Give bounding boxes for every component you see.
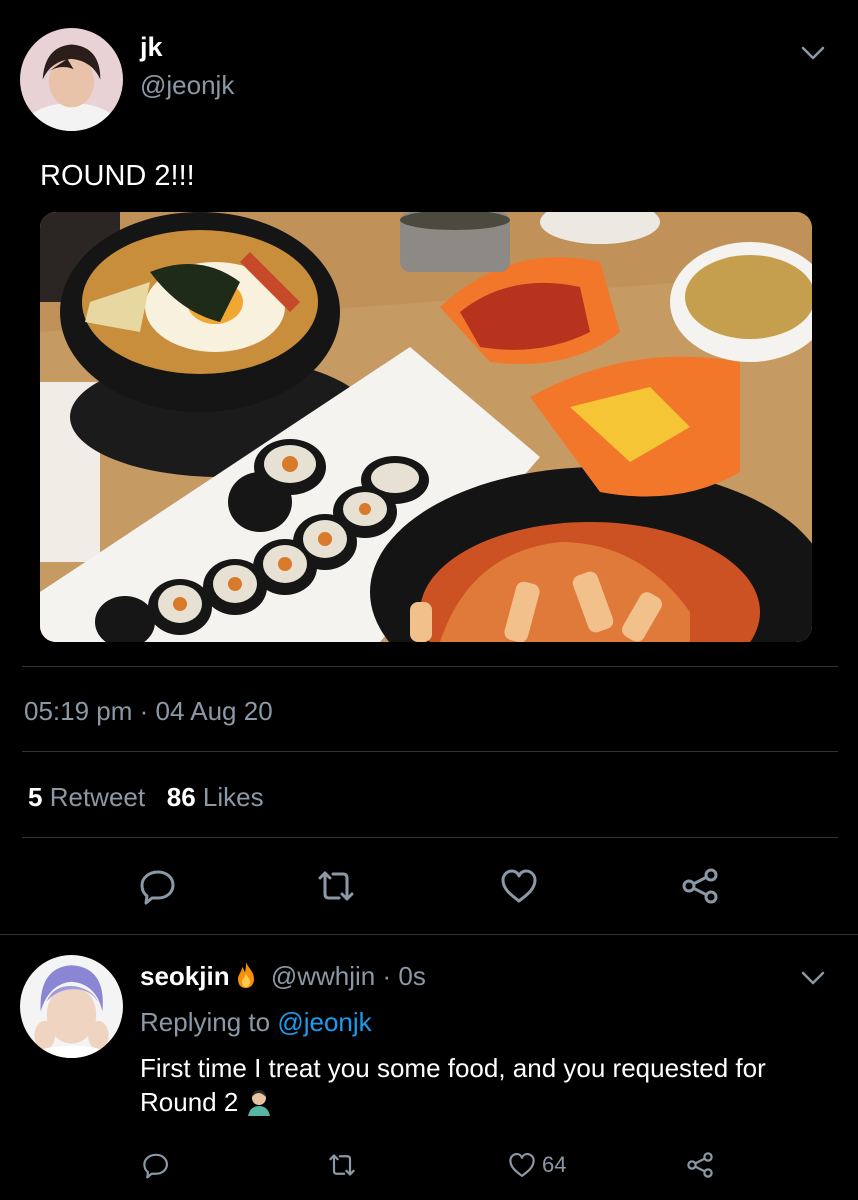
retweets-link[interactable]: 5 Retweet [28, 782, 145, 812]
reply-author-handle[interactable]: @wwhjin [271, 961, 375, 991]
retweet-count: 5 [28, 782, 43, 812]
thread-divider [0, 934, 858, 935]
reply-author-avatar[interactable] [20, 955, 123, 1058]
reply-retweet-button[interactable] [326, 1148, 358, 1182]
share-icon[interactable] [678, 864, 722, 908]
author-handle[interactable]: @jeonjk [140, 70, 234, 101]
divider [22, 751, 838, 752]
tweet-header: jk @jeonjk [20, 28, 838, 131]
tweet-time: 05:19 pm [24, 696, 133, 726]
replying-to: Replying to @jeonjk [140, 1007, 372, 1038]
like-count: 86 [166, 782, 196, 812]
share-icon [687, 1152, 713, 1178]
timestamp-separator: · [139, 696, 149, 726]
like-icon [509, 1153, 535, 1177]
retweet-label: Retweet [49, 782, 146, 812]
reply-author-name[interactable]: seokjin [140, 961, 230, 991]
author-name[interactable]: jk [140, 32, 163, 63]
retweet-icon[interactable] [314, 864, 358, 908]
facepalm-emoji-icon [244, 1087, 274, 1117]
tweet-date: 04 Aug 20 [155, 696, 273, 726]
tweet-text: ROUND 2!!! [40, 160, 195, 192]
reply-share-button[interactable] [684, 1148, 716, 1182]
like-icon[interactable] [497, 864, 541, 908]
reply-age: 0s [398, 961, 426, 991]
chevron-down-icon[interactable] [798, 963, 828, 993]
author-avatar[interactable] [20, 28, 123, 131]
likes-link[interactable]: 86 Likes [167, 782, 264, 812]
fire-icon [234, 961, 258, 989]
reply-reply-button[interactable] [140, 1148, 172, 1182]
reply-like-count: 64 [542, 1152, 567, 1177]
reply-icon[interactable] [136, 864, 180, 908]
replying-prefix: Replying to [140, 1007, 271, 1037]
replying-mention[interactable]: @jeonjk [277, 1007, 371, 1037]
tweet-photo[interactable] [40, 212, 812, 642]
reply-text: First time I treat you some food, and yo… [140, 1051, 830, 1119]
tweet-stats: 5 Retweet 86 Likes [28, 782, 264, 813]
reply-icon [143, 1153, 168, 1179]
chevron-down-icon[interactable] [798, 38, 828, 68]
like-label: Likes [202, 782, 264, 812]
divider [22, 666, 838, 667]
reply-header: seokjin @wwhjin · 0s [140, 961, 426, 992]
reply-text-body: First time I treat you some food, and yo… [140, 1053, 766, 1117]
tweet-timestamp: 05:19 pm · 04 Aug 20 [24, 696, 273, 727]
reply-like-button[interactable]: 64 [506, 1148, 566, 1182]
divider [22, 837, 838, 838]
reply-separator: · [382, 961, 392, 991]
retweet-icon [329, 1154, 355, 1176]
